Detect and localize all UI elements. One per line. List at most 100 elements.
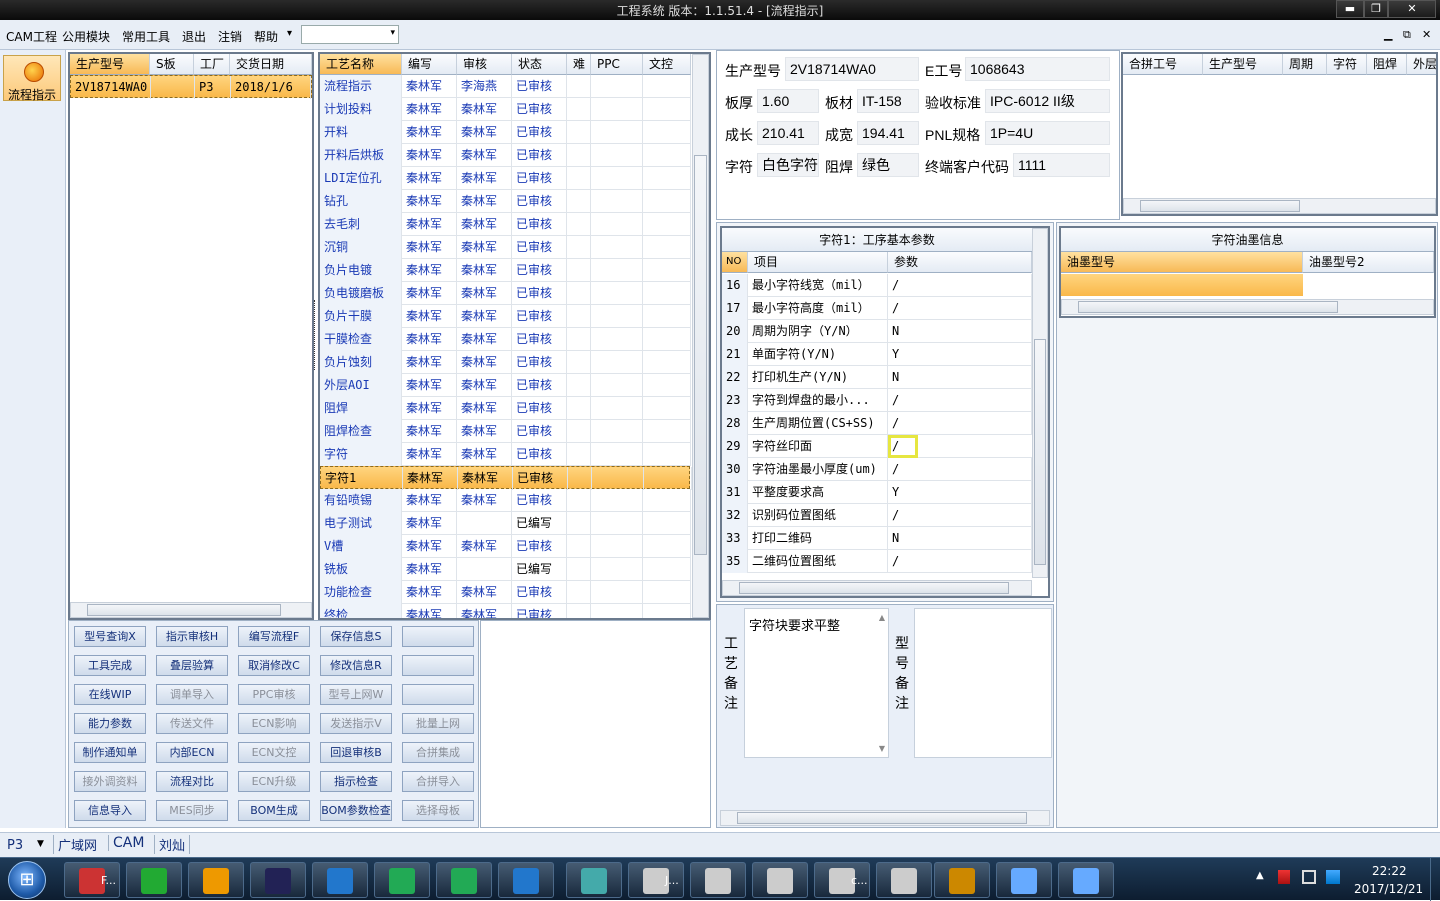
table-row[interactable]: LDI定位孔 秦林军 秦林军 已审核 — [320, 167, 691, 190]
process-header-name[interactable]: 工艺名称 — [320, 54, 402, 75]
scroll-thumb[interactable] — [694, 155, 707, 555]
taskbar-app[interactable]: c... — [814, 862, 870, 898]
process-header-ppc[interactable]: PPC — [591, 54, 643, 75]
table-row[interactable]: 功能检查 秦林军 秦林军 已审核 — [320, 581, 691, 604]
table-row[interactable]: 负片蚀刻 秦林军 秦林军 已审核 — [320, 351, 691, 374]
action-button[interactable]: 型号查询X — [74, 626, 146, 647]
action-button[interactable]: 在线WIP — [74, 684, 146, 705]
menu-common[interactable]: 公用模块 — [62, 28, 110, 45]
mdi-restore-button[interactable]: ⧉ — [1403, 28, 1411, 42]
merge-header-char[interactable]: 字符 — [1327, 54, 1367, 75]
params-vscroll[interactable] — [1032, 228, 1048, 578]
nav-flow-button[interactable]: 流程指示 — [3, 55, 61, 102]
taskbar-app[interactable] — [436, 862, 492, 898]
action-button[interactable]: 发送指示V — [320, 713, 392, 734]
action-button[interactable]: ECN文控 — [238, 742, 310, 763]
param-value[interactable]: / — [888, 550, 1032, 573]
chevron-down-icon[interactable]: ▼ — [879, 744, 885, 753]
param-value[interactable]: / — [888, 297, 1032, 320]
orders-header-s[interactable]: S板 — [150, 54, 194, 75]
action-button[interactable]: ECN影响 — [238, 713, 310, 734]
action-button[interactable]: 接外调资料 — [74, 771, 146, 792]
scroll-thumb[interactable] — [1034, 339, 1046, 565]
table-row[interactable]: 20 周期为阴字（Y/N） N — [722, 320, 1032, 343]
action-button[interactable]: 回退审核B — [320, 742, 392, 763]
param-value[interactable]: / — [888, 412, 1032, 435]
table-row[interactable]: 字符 秦林军 秦林军 已审核 — [320, 443, 691, 466]
show-desktop-button[interactable] — [1430, 858, 1440, 901]
taskbar-app[interactable] — [312, 862, 368, 898]
action-button[interactable] — [402, 655, 474, 676]
chevron-down-icon[interactable]: ▼ — [37, 839, 44, 849]
tray-expand-icon[interactable]: ▲ — [1256, 870, 1264, 881]
params-header-value[interactable]: 参数 — [888, 252, 1032, 273]
menu-combo[interactable]: ▾ — [301, 25, 399, 44]
table-row[interactable]: 终检 秦林军 秦林军 已审核 — [320, 604, 691, 618]
merge-header-model[interactable]: 生产型号 — [1203, 54, 1283, 75]
table-row[interactable]: 35 二维码位置图纸 / — [722, 550, 1032, 573]
network-icon[interactable] — [1302, 870, 1316, 884]
chevron-up-icon[interactable]: ▲ — [879, 613, 885, 622]
factory-select[interactable]: P3 — [7, 838, 23, 853]
menu-cam[interactable]: CAM工程 — [6, 28, 57, 45]
taskbar-app[interactable] — [188, 862, 244, 898]
action-button[interactable]: 传送文件 — [156, 713, 228, 734]
action-button[interactable]: MES同步 — [156, 800, 228, 821]
taskbar-app[interactable] — [374, 862, 430, 898]
action-button[interactable]: BOM参数检查 — [320, 800, 392, 821]
table-row[interactable]: 22 打印机生产(Y/N) N — [722, 366, 1032, 389]
chevron-down-icon[interactable]: ▾ — [287, 28, 292, 39]
action-button[interactable]: 取消修改C — [238, 655, 310, 676]
merge-header-eno[interactable]: 合拼工号 — [1123, 54, 1203, 75]
params-header-no[interactable]: NO — [722, 252, 748, 273]
table-row[interactable]: 去毛刺 秦林军 秦林军 已审核 — [320, 213, 691, 236]
table-row[interactable]: 28 生产周期位置(CS+SS) / — [722, 412, 1032, 435]
taskbar-app[interactable] — [934, 862, 990, 898]
process-header-status[interactable]: 状态 — [512, 54, 567, 75]
table-row[interactable]: 开料 秦林军 秦林军 已审核 — [320, 121, 691, 144]
action-button[interactable]: 保存信息S — [320, 626, 392, 647]
menu-logout[interactable]: 注销 — [218, 28, 242, 45]
process-header-reviewer[interactable]: 审核 — [457, 54, 512, 75]
ink-row[interactable] — [1061, 274, 1303, 296]
clock-date[interactable]: 2017/12/21 — [1354, 882, 1423, 896]
table-row[interactable]: 30 字符油墨最小厚度(um) / — [722, 458, 1032, 481]
param-value[interactable]: / — [888, 274, 1032, 297]
ink-header-1[interactable]: 油墨型号 — [1061, 252, 1303, 273]
action-button[interactable] — [402, 684, 474, 705]
orders-header-date[interactable]: 交货日期 — [230, 54, 312, 75]
action-button[interactable] — [402, 626, 474, 647]
action-button[interactable]: 能力参数 — [74, 713, 146, 734]
action-button[interactable]: 合拼集成 — [402, 742, 474, 763]
param-value[interactable]: / — [888, 435, 918, 458]
taskbar-app[interactable] — [690, 862, 746, 898]
scroll-thumb[interactable] — [1140, 200, 1300, 212]
params-hscroll[interactable] — [722, 580, 1032, 596]
taskbar-app[interactable] — [566, 862, 622, 898]
table-row[interactable]: 负片电镀 秦林军 秦林军 已审核 — [320, 259, 691, 282]
action-button[interactable]: 批量上网 — [402, 713, 474, 734]
table-row[interactable]: V槽 秦林军 秦林军 已审核 — [320, 535, 691, 558]
ink-header-2[interactable]: 油墨型号2 — [1303, 252, 1434, 273]
action-button[interactable]: PPC审核 — [238, 684, 310, 705]
tray-app2-icon[interactable] — [1326, 870, 1340, 884]
action-button[interactable]: 制作通知单 — [74, 742, 146, 763]
menu-tools[interactable]: 常用工具 — [122, 28, 170, 45]
chevron-down-icon[interactable]: ▾ — [390, 28, 395, 38]
action-button[interactable]: 工具完成 — [74, 655, 146, 676]
restore-button[interactable]: ❐ — [1364, 0, 1388, 18]
process-header-difficulty[interactable]: 难 — [567, 54, 591, 75]
action-button[interactable]: 流程对比 — [156, 771, 228, 792]
minimize-button[interactable]: ▬ — [1336, 0, 1364, 18]
table-row[interactable]: 沉铜 秦林军 秦林军 已审核 — [320, 236, 691, 259]
action-button[interactable]: 型号上网W — [320, 684, 392, 705]
table-row[interactable]: 16 最小字符线宽（mil） / — [722, 274, 1032, 297]
table-row[interactable]: 17 最小字符高度（mil） / — [722, 297, 1032, 320]
param-value[interactable]: / — [888, 458, 1032, 481]
merge-header-mask[interactable]: 阻焊 — [1367, 54, 1407, 75]
table-row[interactable]: 开料后烘板 秦林军 秦林军 已审核 — [320, 144, 691, 167]
table-row[interactable]: 32 识别码位置图纸 / — [722, 504, 1032, 527]
clock-time[interactable]: 22:22 — [1372, 864, 1407, 878]
table-row[interactable]: 31 平整度要求高 Y — [722, 481, 1032, 504]
process-header-writer[interactable]: 编写 — [402, 54, 457, 75]
